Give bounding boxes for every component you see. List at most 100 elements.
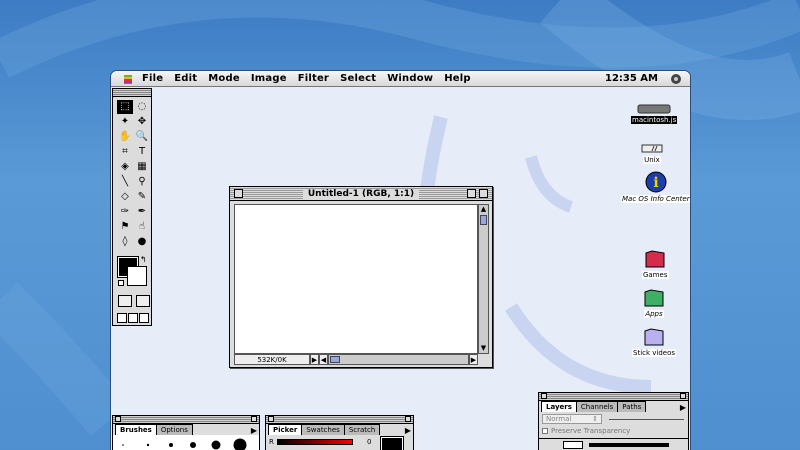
photoshop-app-icon[interactable]	[670, 73, 682, 85]
blur-tool-icon[interactable]: ◊	[117, 235, 133, 249]
scroll-up-icon[interactable]: ▲	[479, 205, 488, 214]
scroll-left-icon[interactable]: ◀	[319, 354, 328, 365]
collapse-box-icon[interactable]	[479, 189, 488, 198]
preserve-transparency-label: Preserve Transparency	[551, 427, 631, 435]
hand-tool-icon[interactable]: ✋	[117, 130, 133, 144]
tab-brushes[interactable]: Brushes	[115, 424, 157, 435]
menu-window[interactable]: Window	[387, 73, 433, 84]
paintbrush-tool-icon[interactable]: ✒	[134, 205, 150, 219]
unix-icon[interactable]: Unix	[641, 144, 663, 164]
brushes-zoom-icon[interactable]	[251, 416, 257, 422]
blend-mode-select[interactable]: Normal ⇕	[542, 414, 602, 424]
tab-channels[interactable]: Channels	[575, 401, 619, 412]
paint-bucket-tool-icon[interactable]: ◈	[117, 160, 133, 174]
unix-label: Unix	[643, 156, 661, 164]
menu-mode[interactable]: Mode	[208, 73, 240, 84]
blend-mode-value: Normal	[546, 415, 572, 423]
menu-image[interactable]: Image	[251, 73, 287, 84]
tab-options[interactable]: Options	[155, 424, 193, 435]
brushes-menu-arrow-icon[interactable]: ▶	[251, 426, 257, 435]
menu-filter[interactable]: Filter	[298, 73, 329, 84]
layer-name-bar	[589, 443, 669, 447]
macintosh-hd-icon[interactable]: macintosh.js	[631, 104, 678, 124]
games-folder-icon[interactable]: Games	[642, 249, 669, 279]
brushes-tabs: Brushes Options	[113, 424, 259, 435]
airbrush-tool-icon[interactable]: ✑	[117, 205, 133, 219]
tab-layers[interactable]: Layers	[541, 401, 577, 412]
type-tool-icon[interactable]: T	[134, 145, 150, 159]
default-colors-icon[interactable]	[118, 280, 124, 286]
picker-foreground-swatch[interactable]	[380, 436, 404, 450]
classic-mac-screen: File Edit Mode Image Filter Select Windo…	[111, 71, 690, 450]
document-size-status[interactable]: 532K/0K	[234, 354, 310, 365]
brush-sizes[interactable]	[113, 435, 259, 450]
status-menu-arrow-icon[interactable]: ▶	[310, 354, 319, 365]
zoom-tool-icon[interactable]: 🔍	[134, 130, 150, 144]
document-canvas[interactable]	[234, 204, 478, 354]
brushes-close-icon[interactable]	[115, 416, 121, 422]
layers-close-icon[interactable]	[541, 393, 547, 399]
preserve-transparency-checkbox[interactable]	[542, 428, 548, 434]
lasso-tool-icon[interactable]: ◌	[134, 100, 150, 114]
menu-file[interactable]: File	[142, 73, 163, 84]
red-channel-slider[interactable]	[277, 439, 353, 445]
vertical-scrollbar[interactable]: ▲ ▼	[478, 204, 489, 354]
close-box-icon[interactable]	[234, 189, 243, 198]
magic-wand-tool-icon[interactable]: ✦	[117, 115, 133, 129]
picker-titlebar[interactable]	[266, 416, 413, 424]
move-tool-icon[interactable]: ✥	[134, 115, 150, 129]
eyedropper-tool-icon[interactable]: ⚲	[134, 175, 150, 189]
stick-videos-folder-icon[interactable]: Stick videos	[632, 327, 677, 357]
scroll-down-icon[interactable]: ▼	[479, 344, 488, 353]
menu-clock[interactable]: 12:35 AM	[605, 73, 658, 84]
document-titlebar[interactable]: Untitled-1 (RGB, 1:1)	[230, 187, 492, 201]
dodge-tool-icon[interactable]: ●	[134, 235, 150, 249]
picker-close-icon[interactable]	[268, 416, 274, 422]
menu-edit[interactable]: Edit	[174, 73, 197, 84]
rubber-stamp-tool-icon[interactable]: ⚑	[117, 220, 133, 234]
screen-mode-row	[113, 307, 151, 323]
layers-titlebar[interactable]	[539, 393, 688, 401]
tab-swatches[interactable]: Swatches	[301, 424, 345, 435]
tab-scratch[interactable]: Scratch	[343, 424, 381, 435]
info-center-icon[interactable]: i Mac OS Info Center	[621, 171, 690, 203]
apps-folder-icon[interactable]: Apps	[643, 288, 665, 318]
marquee-tool-icon[interactable]: ⬚	[117, 100, 133, 114]
status-scroll-bar: 532K/0K ▶ ◀ ▶	[234, 354, 478, 365]
brushes-titlebar[interactable]	[113, 416, 259, 424]
layers-zoom-icon[interactable]	[680, 393, 686, 399]
swap-colors-icon[interactable]: ↰	[140, 255, 147, 264]
horizontal-scrollbar[interactable]	[328, 354, 469, 365]
layers-menu-arrow-icon[interactable]: ▶	[680, 403, 686, 412]
picker-zoom-icon[interactable]	[405, 416, 411, 422]
standard-mode-button[interactable]	[118, 295, 132, 307]
tab-picker[interactable]: Picker	[268, 424, 303, 435]
toolbox-titlebar[interactable]	[113, 89, 151, 97]
layer-row[interactable]	[539, 438, 688, 450]
crop-tool-icon[interactable]: ⌗	[117, 145, 133, 159]
eraser-tool-icon[interactable]: ◇	[117, 190, 133, 204]
picker-menu-arrow-icon[interactable]: ▶	[405, 426, 411, 435]
horizontal-scroll-thumb[interactable]	[330, 356, 340, 363]
menu-help[interactable]: Help	[444, 73, 471, 84]
standard-screen-button[interactable]	[117, 313, 127, 323]
scroll-right-icon[interactable]: ▶	[469, 354, 478, 365]
menu-select[interactable]: Select	[340, 73, 376, 84]
red-channel-value[interactable]: 0	[367, 438, 371, 446]
tab-paths[interactable]: Paths	[617, 401, 647, 412]
smudge-tool-icon[interactable]: ☝	[134, 220, 150, 234]
blend-row: Normal ⇕	[539, 412, 688, 426]
apple-icon[interactable]	[122, 73, 134, 85]
background-color[interactable]	[127, 266, 147, 286]
opacity-slider[interactable]	[609, 419, 684, 420]
vertical-scroll-thumb[interactable]	[480, 215, 487, 225]
menu-bar: File Edit Mode Image Filter Select Windo…	[111, 71, 690, 87]
zoom-box-icon[interactable]	[467, 189, 476, 198]
gradient-tool-icon[interactable]: ▦	[134, 160, 150, 174]
full-screen-button[interactable]	[139, 313, 149, 323]
full-screen-menu-button[interactable]	[128, 313, 138, 323]
line-tool-icon[interactable]: ╲	[117, 175, 133, 189]
quick-mask-mode-button[interactable]	[136, 295, 150, 307]
red-channel-label: R	[269, 438, 274, 446]
pencil-tool-icon[interactable]: ✎	[134, 190, 150, 204]
